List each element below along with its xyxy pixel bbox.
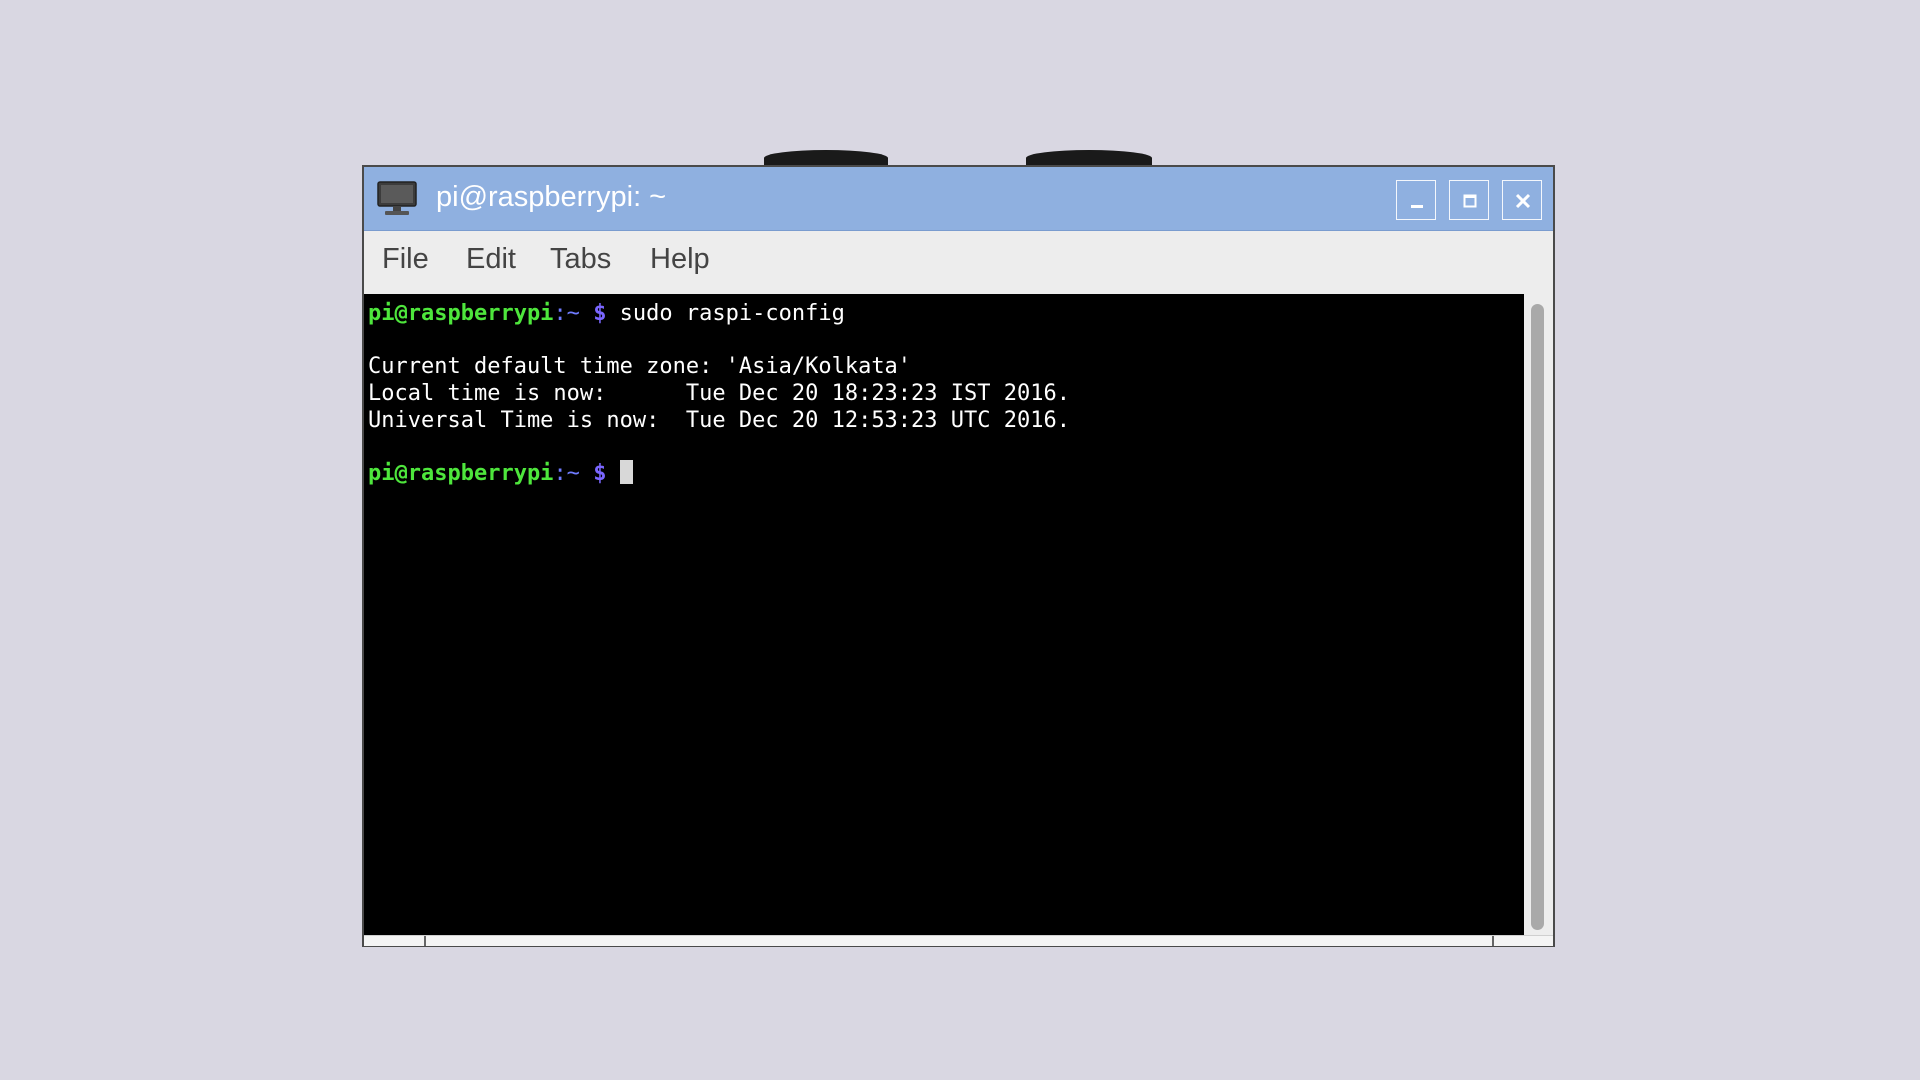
command-text: sudo raspi-config bbox=[606, 301, 845, 326]
close-icon bbox=[1515, 193, 1531, 209]
command-line: pi@raspberrypi:~ $ sudo raspi-config bbox=[368, 301, 845, 327]
prompt-path: :~ bbox=[553, 301, 594, 326]
terminal-app-icon bbox=[377, 181, 417, 215]
text-cursor bbox=[619, 460, 633, 484]
output-line: Local time is now: Tue Dec 20 18:23:23 I… bbox=[368, 381, 1070, 406]
scrollbar-tick bbox=[424, 936, 426, 946]
terminal-output[interactable]: pi@raspberrypi:~ $ sudo raspi-config Cur… bbox=[364, 294, 1524, 935]
maximize-button[interactable] bbox=[1449, 180, 1489, 220]
background-shape bbox=[764, 150, 888, 166]
menu-help[interactable]: Help bbox=[650, 243, 710, 276]
prompt-user: pi@raspberrypi bbox=[368, 301, 554, 326]
background-shape bbox=[1026, 150, 1152, 166]
prompt-dollar: $ bbox=[593, 301, 607, 326]
scrollbar-thumb[interactable] bbox=[1531, 304, 1544, 930]
prompt-dollar: $ bbox=[593, 461, 607, 486]
output-line: Current default time zone: 'Asia/Kolkata… bbox=[368, 354, 912, 379]
desktop: pi@raspberrypi: ~ File Edit Tabs Help pi… bbox=[0, 0, 1920, 1080]
horizontal-scrollbar[interactable] bbox=[364, 935, 1553, 946]
menu-file[interactable]: File bbox=[382, 243, 429, 276]
vertical-scrollbar[interactable] bbox=[1524, 294, 1553, 935]
command-text bbox=[606, 461, 619, 486]
menu-bar: File Edit Tabs Help bbox=[364, 231, 1553, 287]
output-line: Universal Time is now: Tue Dec 20 12:53:… bbox=[368, 408, 1070, 433]
prompt-line: pi@raspberrypi:~ $ bbox=[368, 460, 633, 487]
menu-edit[interactable]: Edit bbox=[466, 243, 516, 276]
maximize-icon bbox=[1463, 194, 1477, 208]
prompt-user: pi@raspberrypi bbox=[368, 461, 554, 486]
minimize-icon bbox=[1411, 205, 1423, 208]
window-title: pi@raspberrypi: ~ bbox=[436, 181, 667, 213]
prompt-path: :~ bbox=[553, 461, 594, 486]
terminal-window: pi@raspberrypi: ~ File Edit Tabs Help pi… bbox=[362, 165, 1555, 947]
minimize-button[interactable] bbox=[1396, 180, 1436, 220]
close-button[interactable] bbox=[1502, 180, 1542, 220]
menu-tabs[interactable]: Tabs bbox=[550, 243, 611, 276]
title-bar[interactable]: pi@raspberrypi: ~ bbox=[364, 167, 1553, 231]
scrollbar-tick bbox=[1492, 936, 1494, 946]
